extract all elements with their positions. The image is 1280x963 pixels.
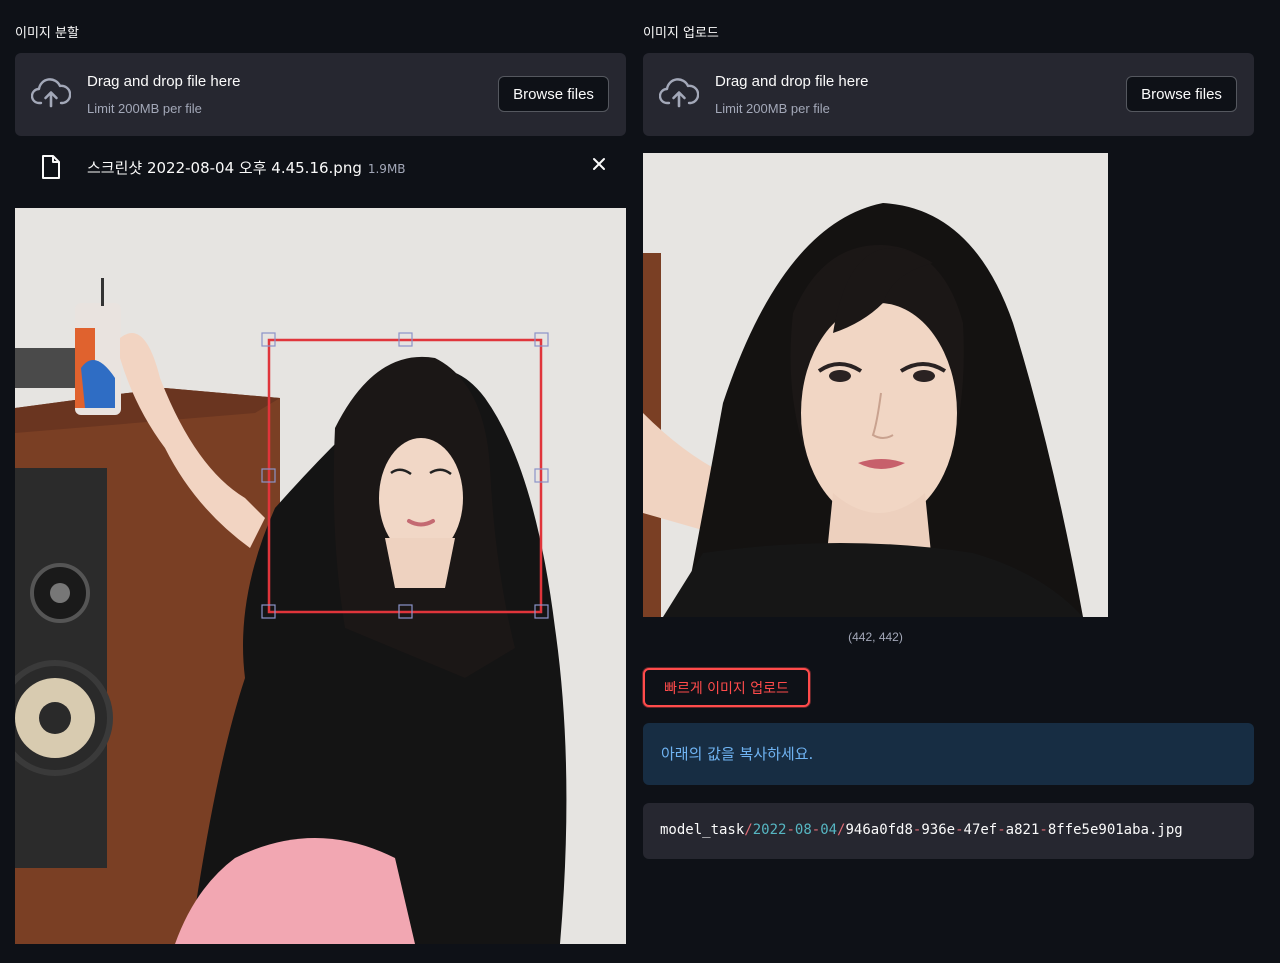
quick-upload-button[interactable]: 빠르게 이미지 업로드 [643, 668, 810, 707]
cloud-upload-icon [31, 78, 71, 108]
crop-source-image[interactable] [15, 208, 626, 944]
code-token: a821 [1005, 822, 1040, 838]
right-dropzone[interactable]: Drag and drop file here Limit 200MB per … [643, 53, 1254, 136]
right-uploader-label: 이미지 업로드 [643, 26, 719, 41]
code-token: 946a0fd8 [845, 822, 913, 838]
left-uploader-label: 이미지 분할 [15, 26, 79, 41]
browse-files-button[interactable]: Browse files [498, 76, 609, 112]
code-token: - [997, 822, 1006, 838]
file-name-text: 스크린샷 2022-08-04 오후 4.45.16.png [87, 159, 362, 177]
uploaded-file-name: 스크린샷 2022-08-04 오후 4.45.16.png 1.9MB [87, 157, 406, 178]
dropzone-title: Drag and drop file here [715, 73, 869, 90]
code-token: 2022 [752, 822, 787, 838]
info-alert: 아래의 값을 복사하세요. [643, 723, 1254, 785]
code-token: / [744, 822, 753, 838]
code-token: 04 [820, 822, 838, 838]
file-size: 1.9MB [367, 162, 406, 176]
info-alert-text: 아래의 값을 복사하세요. [661, 745, 814, 763]
code-token: - [1039, 822, 1048, 838]
code-token: model_task [660, 822, 745, 838]
code-token: - [786, 822, 795, 838]
cropped-image [643, 153, 1108, 617]
code-token: 47ef [963, 822, 998, 838]
dropzone-limit: Limit 200MB per file [87, 101, 202, 116]
browse-files-button[interactable]: Browse files [1126, 76, 1237, 112]
cropped-image-illustration [643, 153, 1108, 617]
dropzone-limit: Limit 200MB per file [715, 101, 830, 116]
left-dropzone[interactable]: Drag and drop file here Limit 200MB per … [15, 53, 626, 136]
code-token: 8ffe5e901aba.jpg [1047, 822, 1183, 838]
code-token: - [811, 822, 821, 838]
cloud-upload-icon [659, 78, 699, 108]
code-block-text[interactable]: model_task/2022-08-04/946a0fd8-936e-47ef… [660, 822, 1183, 838]
code-token: - [955, 822, 964, 838]
close-icon[interactable] [592, 157, 606, 171]
crop-size-caption: (442, 442) [848, 630, 903, 644]
uploaded-file-row: 스크린샷 2022-08-04 오후 4.45.16.png 1.9MB [15, 150, 626, 184]
code-token: 08 [794, 822, 812, 838]
code-block[interactable]: model_task/2022-08-04/946a0fd8-936e-47ef… [643, 803, 1254, 859]
code-token: 936e [921, 822, 956, 838]
file-icon [42, 155, 60, 179]
dropzone-title: Drag and drop file here [87, 73, 241, 90]
crop-source-illustration [15, 208, 626, 944]
